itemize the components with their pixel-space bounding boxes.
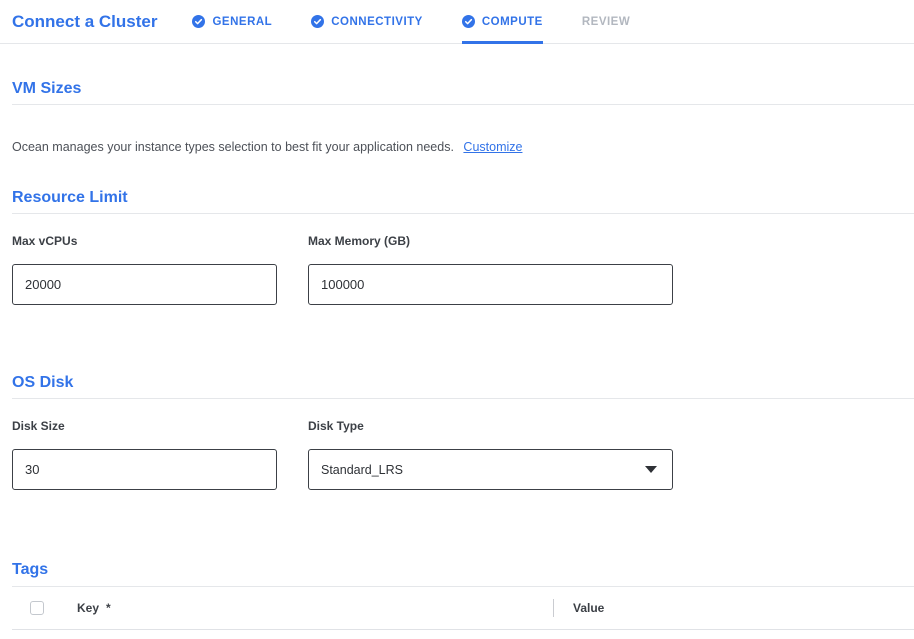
key-column-label: Key <box>77 601 99 615</box>
page-title: Connect a Cluster <box>12 12 157 32</box>
resource-limit-fields: Max vCPUs Max Memory (GB) <box>12 234 914 305</box>
os-disk-title: OS Disk <box>12 373 914 399</box>
select-all-checkbox[interactable] <box>30 601 44 615</box>
tags-title: Tags <box>12 560 914 587</box>
tab-label: COMPUTE <box>482 16 543 28</box>
vm-sizes-description-text: Ocean manages your instance types select… <box>12 140 454 154</box>
tags-table-header: Key * Value <box>12 587 914 630</box>
resource-limit-title: Resource Limit <box>12 188 914 214</box>
max-vcpus-label: Max vCPUs <box>12 234 277 248</box>
disk-size-label: Disk Size <box>12 419 277 433</box>
vm-sizes-title: VM Sizes <box>12 79 914 105</box>
disk-size-input[interactable] <box>12 449 277 490</box>
wizard-header: Connect a Cluster GENERAL CONNECTIVITY C… <box>0 0 914 44</box>
os-disk-fields: Disk Size Disk Type Standard_LRS <box>12 419 914 490</box>
vm-sizes-description: Ocean manages your instance types select… <box>12 140 914 155</box>
disk-type-label: Disk Type <box>308 419 673 433</box>
max-memory-field: Max Memory (GB) <box>308 234 673 305</box>
check-circle-icon <box>462 15 475 28</box>
tab-label: CONNECTIVITY <box>331 16 423 28</box>
check-circle-icon <box>311 15 324 28</box>
disk-type-field: Disk Type Standard_LRS <box>308 419 673 490</box>
disk-size-field: Disk Size <box>12 419 277 490</box>
tab-label: REVIEW <box>582 16 630 28</box>
wizard-content: VM Sizes Ocean manages your instance typ… <box>12 79 914 630</box>
tab-review[interactable]: REVIEW <box>582 0 630 43</box>
max-vcpus-field: Max vCPUs <box>12 234 277 305</box>
section-os-disk: OS Disk Disk Size Disk Type Standard_LRS <box>12 373 914 490</box>
wizard-tabs: GENERAL CONNECTIVITY COMPUTE REVIEW <box>192 0 669 43</box>
column-divider <box>553 599 554 617</box>
required-marker: * <box>106 601 111 615</box>
value-column-header: Value <box>573 601 604 615</box>
section-resource-limit: Resource Limit Max vCPUs Max Memory (GB) <box>12 188 914 305</box>
disk-type-selected-value: Standard_LRS <box>321 463 403 477</box>
max-memory-label: Max Memory (GB) <box>308 234 673 248</box>
section-tags: Tags Key * Value <box>12 560 914 630</box>
max-vcpus-input[interactable] <box>12 264 277 305</box>
dropdown-caret-icon <box>645 466 657 473</box>
check-circle-icon <box>192 15 205 28</box>
tab-general[interactable]: GENERAL <box>192 0 272 43</box>
tab-connectivity[interactable]: CONNECTIVITY <box>311 0 423 43</box>
disk-type-select[interactable]: Standard_LRS <box>308 449 673 490</box>
key-column-header: Key * <box>77 601 553 615</box>
tab-compute[interactable]: COMPUTE <box>462 0 543 43</box>
connect-cluster-page: Connect a Cluster GENERAL CONNECTIVITY C… <box>0 0 914 630</box>
section-vm-sizes: VM Sizes Ocean manages your instance typ… <box>12 79 914 155</box>
tab-label: GENERAL <box>212 16 272 28</box>
customize-link[interactable]: Customize <box>463 140 522 154</box>
max-memory-input[interactable] <box>308 264 673 305</box>
